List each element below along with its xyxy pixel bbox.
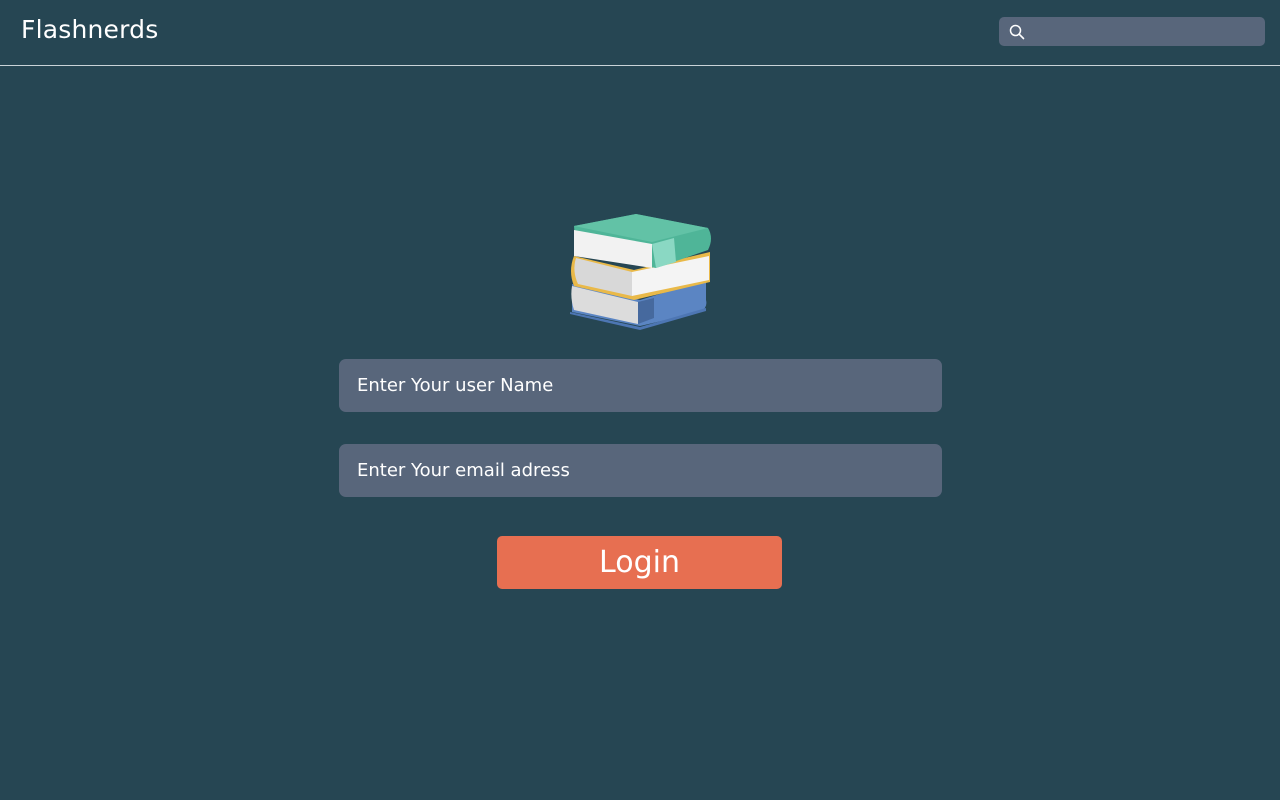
username-field[interactable]	[339, 359, 942, 412]
search-icon	[1009, 24, 1025, 40]
search-input[interactable]	[1033, 17, 1259, 46]
login-button[interactable]: Login	[497, 536, 782, 589]
books-icon	[570, 214, 711, 330]
top-bar: Flashnerds	[0, 0, 1280, 66]
email-field[interactable]	[339, 444, 942, 497]
brand-title[interactable]: Flashnerds	[21, 15, 158, 44]
search-box[interactable]	[999, 17, 1265, 46]
